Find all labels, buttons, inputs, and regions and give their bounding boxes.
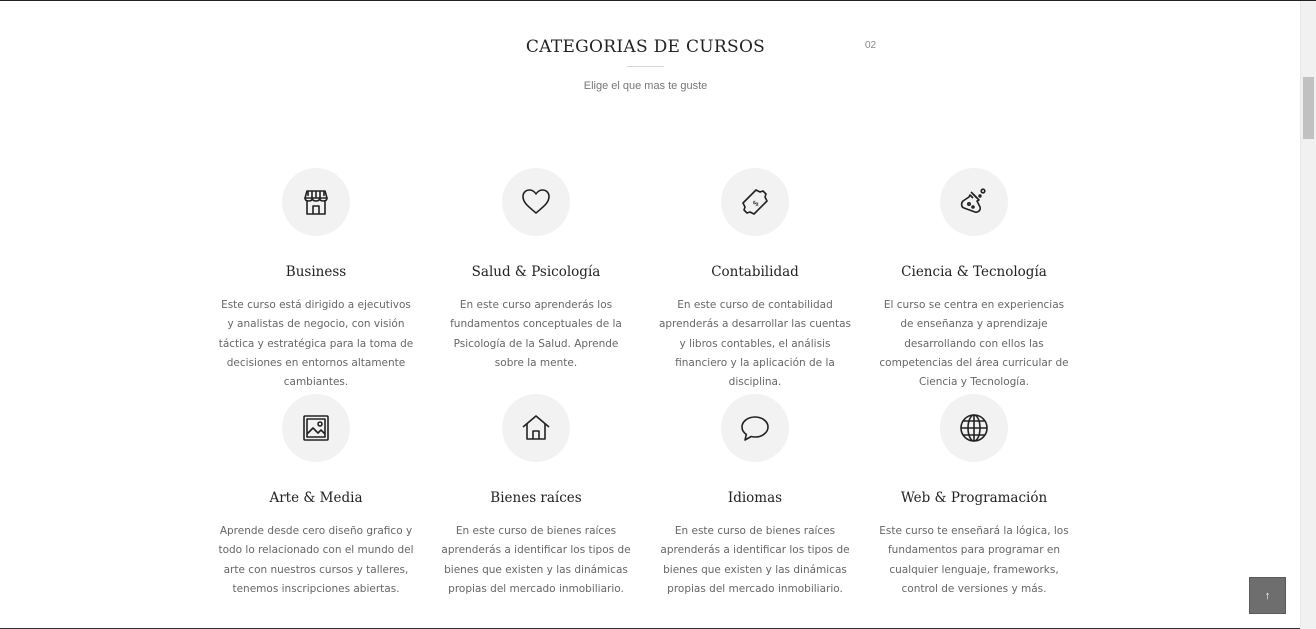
- category-card-salud-psicologia[interactable]: Salud & Psicología En este curso aprende…: [436, 168, 636, 373]
- scrollbar-thumb[interactable]: [1303, 77, 1314, 139]
- category-description: En este curso de bienes raíces aprenderá…: [660, 525, 850, 595]
- category-title: Salud & Psicología: [471, 264, 601, 280]
- section-number: 02: [865, 40, 877, 51]
- category-description: En este curso aprenderás los fundamentos…: [450, 299, 622, 369]
- category-title: Web & Programación: [900, 490, 1048, 506]
- category-card-bienes-raices[interactable]: Bienes raíces En este curso de bienes ra…: [436, 394, 636, 599]
- heart-icon: [522, 189, 550, 214]
- flask-icon: [960, 188, 986, 213]
- arrow-up-icon: ↑: [1264, 589, 1271, 602]
- page-viewport: CATEGORIAS DE CURSOS 02 Elige el que mas…: [0, 0, 1316, 629]
- title-divider: [627, 66, 664, 67]
- category-card-ciencia-tecnologia[interactable]: Ciencia & Tecnología El curso se centra …: [874, 168, 1074, 392]
- category-description: Este curso está dirigido a ejecutivos y …: [218, 299, 414, 389]
- category-description: En este curso de bienes raíces aprenderá…: [441, 525, 631, 595]
- category-title: Idiomas: [727, 490, 783, 506]
- back-to-top-button[interactable]: ↑: [1249, 577, 1286, 614]
- category-card-arte-media[interactable]: Arte & Media Aprende desde cero diseño g…: [216, 394, 416, 599]
- category-icon-circle: [502, 394, 570, 462]
- category-description: El curso se centra en experiencias de en…: [879, 299, 1069, 389]
- category-description: Aprende desde cero diseño grafico y todo…: [218, 525, 414, 595]
- globe-icon: [960, 414, 988, 442]
- category-icon-circle: [502, 168, 570, 236]
- section-subtitle: Elige el que mas te guste: [583, 80, 708, 92]
- house-icon: [522, 415, 550, 440]
- category-title: Business: [285, 264, 347, 280]
- category-title: Bienes raíces: [490, 490, 582, 506]
- store-icon: [304, 190, 328, 215]
- category-icon-circle: [282, 394, 350, 462]
- category-icon-circle: [940, 394, 1008, 462]
- category-icon-circle: [721, 394, 789, 462]
- category-card-business[interactable]: Business Este curso está dirigido a ejec…: [216, 168, 416, 392]
- money-icon: $: [742, 189, 768, 215]
- svg-text:$: $: [751, 198, 761, 208]
- vertical-scrollbar[interactable]: [1300, 1, 1316, 629]
- category-description: En este curso de contabilidad aprenderás…: [658, 299, 852, 389]
- speech-bubble-icon: [741, 416, 769, 441]
- categories-section: CATEGORIAS DE CURSOS 02 Elige el que mas…: [0, 1, 1300, 629]
- category-icon-circle: [282, 168, 350, 236]
- category-title: Ciencia & Tecnología: [901, 264, 1047, 280]
- section-title: CATEGORIAS DE CURSOS: [525, 37, 766, 57]
- category-card-web-programacion[interactable]: Web & Programación Este curso te enseñar…: [874, 394, 1074, 599]
- category-description: Este curso te enseñará la lógica, los fu…: [879, 525, 1069, 595]
- category-title: Contabilidad: [711, 264, 799, 280]
- picture-icon: [303, 415, 329, 441]
- category-card-idiomas[interactable]: Idiomas En este curso de bienes raíces a…: [655, 394, 855, 599]
- category-icon-circle: $: [721, 168, 789, 236]
- category-title: Arte & Media: [269, 490, 363, 506]
- category-icon-circle: [940, 168, 1008, 236]
- category-card-contabilidad[interactable]: $ Contabilidad En este curso de contabil…: [655, 168, 855, 392]
